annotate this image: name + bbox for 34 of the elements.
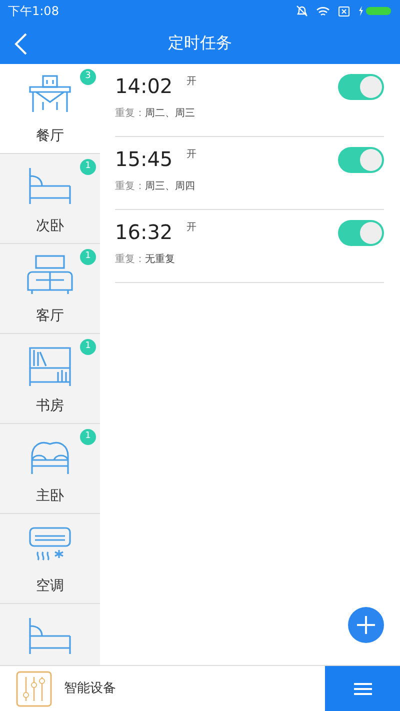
back-icon [14,32,28,56]
toggle-switch[interactable] [338,147,384,173]
repeat-days: 周二、周三 [145,106,195,121]
count-badge: 1 [80,339,96,355]
status-time: 下午1:08 [8,3,59,20]
repeat-days: 周三、周四 [145,179,195,194]
count-badge: 3 [80,69,96,85]
count-badge: 1 [80,159,96,175]
task-time: 15:45 [115,147,173,171]
page-title: 定时任务 [168,32,232,54]
room-tab[interactable]: 餐厅 3 [0,64,100,154]
repeat-label: 重复： [115,252,145,267]
repeat-label: 重复： [115,180,145,194]
sliders-icon [16,670,52,706]
back-button[interactable] [14,31,28,56]
task-state: 开 [186,75,197,89]
task-state: 开 [186,221,197,235]
task-time: 16:32 [115,220,173,244]
add-button[interactable] [348,607,384,643]
repeat-label: 重复： [115,106,145,121]
menu-button[interactable] [325,666,400,711]
wifi-icon [316,6,330,16]
battery-icon [358,6,392,16]
count-badge: 1 [80,249,96,265]
plus-icon [357,616,375,634]
toggle-switch[interactable] [338,220,384,246]
repeat-days: 无重复 [145,252,175,267]
menu-icon [354,682,372,696]
bottom-label: 智能设备 [64,680,116,698]
task-state: 开 [186,148,197,162]
silent-icon [296,5,308,17]
task-time: 14:02 [115,74,173,98]
count-badge: 1 [80,429,96,445]
toggle-switch[interactable] [338,74,384,100]
